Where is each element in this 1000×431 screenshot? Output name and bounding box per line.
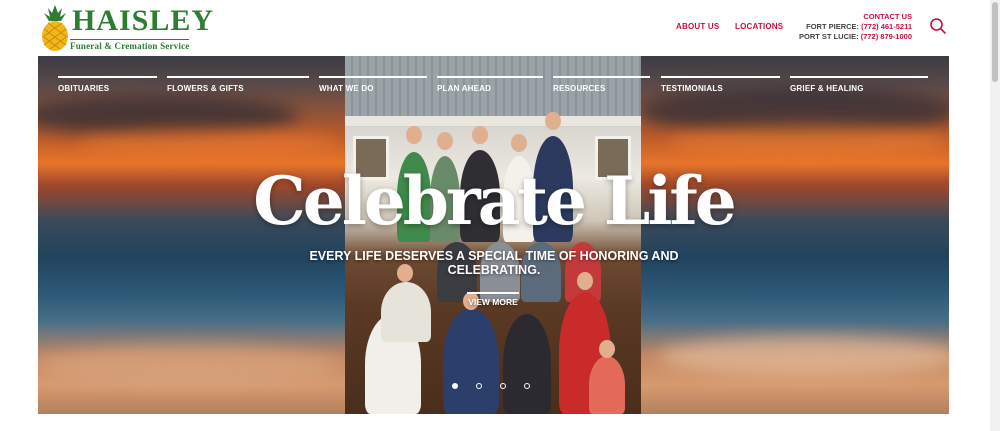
slide-dot-3[interactable] [500, 383, 506, 389]
nav-testimonials[interactable]: TESTIMONIALS [661, 76, 780, 93]
contact-row-port-st-lucie: PORT ST LUCIE: (772) 879-1000 [799, 32, 912, 42]
search-icon[interactable] [929, 17, 947, 35]
about-us-link[interactable]: ABOUT US [676, 22, 719, 31]
person [589, 356, 625, 414]
contact-us-link[interactable]: CONTACT US [799, 12, 912, 22]
hero-subheadline: EVERY LIFE DESERVES A SPECIAL TIME OF HO… [309, 249, 679, 277]
brand-tagline: Funeral & Cremation Service [70, 39, 190, 51]
slide-dot-2[interactable] [476, 383, 482, 389]
contact-label: FORT PIERCE: [806, 22, 860, 31]
view-more-button[interactable]: VIEW MORE [467, 292, 519, 307]
nav-what-we-do[interactable]: WHAT WE DO [319, 76, 427, 93]
phone-link[interactable]: (772) 461-5211 [861, 22, 912, 31]
nav-obituaries[interactable]: OBITUARIES [58, 76, 157, 93]
nav-plan-ahead[interactable]: PLAN AHEAD [437, 76, 543, 93]
slide-dot-1[interactable] [452, 383, 458, 389]
person-head [472, 126, 488, 144]
nav-grief-healing[interactable]: GRIEF & HEALING [790, 76, 928, 93]
scrollbar-thumb[interactable] [992, 2, 998, 82]
site-logo[interactable]: HAISLEY Funeral & Cremation Service [40, 5, 213, 53]
person-head [545, 112, 561, 130]
wave-shape [38, 346, 338, 386]
person [443, 308, 499, 414]
phone-link[interactable]: (772) 879-1000 [861, 32, 912, 41]
cloud-shape [78, 130, 338, 158]
person-head [511, 134, 527, 152]
wave-shape [658, 336, 949, 376]
hero-headline: Celebrate Life [253, 162, 737, 240]
person [381, 282, 431, 342]
cloud-shape [668, 126, 948, 156]
slide-dot-4[interactable] [524, 383, 530, 389]
contact-label: PORT ST LUCIE: [799, 32, 859, 41]
contact-block: CONTACT US FORT PIERCE: (772) 461-5211 P… [799, 12, 912, 42]
person-head [599, 340, 615, 358]
brand-name: HAISLEY [72, 4, 215, 37]
hero-slider: OBITUARIES FLOWERS & GIFTS WHAT WE DO PL… [38, 56, 949, 414]
porch-beam [345, 116, 641, 126]
person [503, 314, 551, 414]
page-scrollbar[interactable] [990, 0, 1000, 431]
slider-pagination [452, 383, 530, 389]
locations-link[interactable]: LOCATIONS [735, 22, 783, 31]
nav-resources[interactable]: RESOURCES [553, 76, 650, 93]
person-head [406, 126, 422, 144]
contact-row-fort-pierce: FORT PIERCE: (772) 461-5211 [799, 22, 912, 32]
nav-flowers-gifts[interactable]: FLOWERS & GIFTS [167, 76, 309, 93]
person-head [437, 132, 453, 150]
page: HAISLEY Funeral & Cremation Service ABOU… [0, 0, 1000, 431]
pineapple-logo-icon [42, 5, 68, 51]
